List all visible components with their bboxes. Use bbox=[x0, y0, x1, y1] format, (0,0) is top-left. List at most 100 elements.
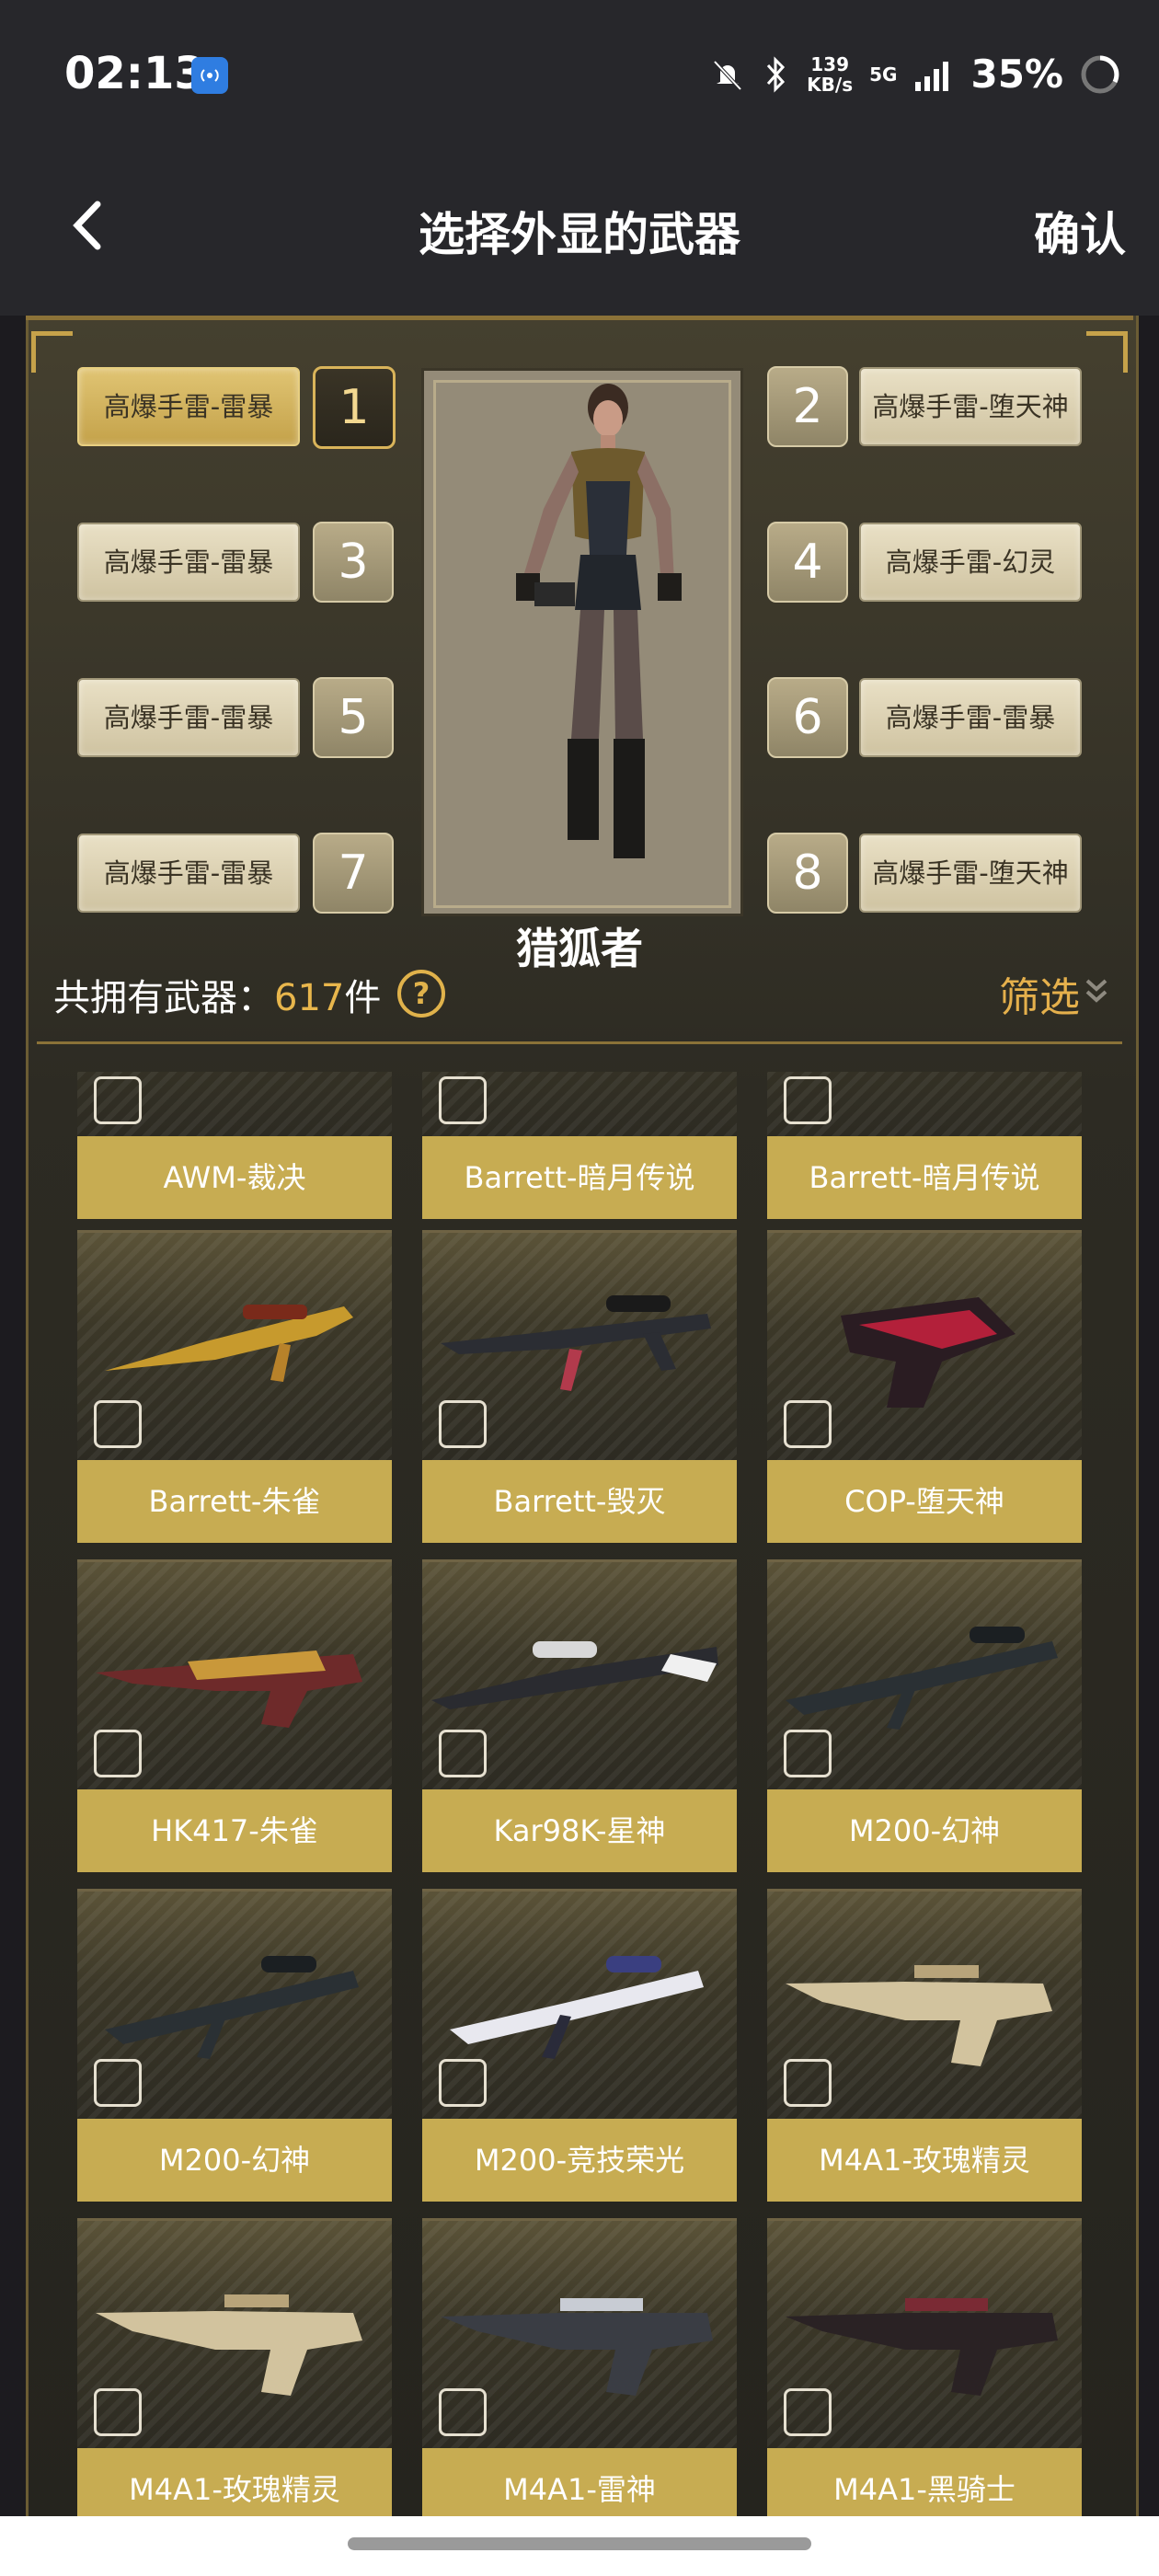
weapon-name: Barrett-暗月传说 bbox=[422, 1136, 737, 1219]
network-type: 5G bbox=[869, 63, 898, 86]
weapon-name: M4A1-玫瑰精灵 bbox=[767, 2119, 1082, 2202]
weapon-card[interactable]: Barrett-暗月传说 bbox=[767, 1072, 1082, 1219]
status-bar: 02:13 139 KB/s 5G 35% bbox=[0, 0, 1159, 152]
weapon-thumbnail bbox=[767, 1230, 1082, 1463]
weapon-name: AWM-裁决 bbox=[77, 1136, 392, 1219]
weapon-count-label: 共拥有武器： bbox=[53, 977, 274, 1019]
weapon-card[interactable]: M4A1-黑骑士 bbox=[767, 2218, 1082, 2516]
weapon-card[interactable]: M4A1-雷神 bbox=[422, 2218, 737, 2516]
weapon-name: M200-幻神 bbox=[767, 1789, 1082, 1872]
slot-8-weapon[interactable]: 高爆手雷-堕天神 bbox=[859, 834, 1082, 913]
weapon-name: M200-幻神 bbox=[77, 2119, 392, 2202]
slot-7-weapon[interactable]: 高爆手雷-雷暴 bbox=[77, 834, 300, 913]
weapon-name: Barrett-毁灭 bbox=[422, 1460, 737, 1543]
weapon-thumbnail bbox=[767, 2218, 1082, 2451]
weapon-card[interactable]: M4A1-玫瑰精灵 bbox=[767, 1889, 1082, 2202]
weapon-name: M200-竞技荣光 bbox=[422, 2119, 737, 2202]
panel-corner-ornament bbox=[31, 331, 73, 373]
weapon-name: M4A1-黑骑士 bbox=[767, 2448, 1082, 2516]
weapon-card[interactable]: Barrett-暗月传说 bbox=[422, 1072, 737, 1219]
weapon-thumbnail bbox=[77, 1889, 392, 2122]
weapon-count-number: 617 bbox=[274, 977, 345, 1019]
double-chevron-down-icon[interactable] bbox=[1084, 977, 1109, 1005]
weapon-name: Kar98K-星神 bbox=[422, 1789, 737, 1872]
weapon-checkbox[interactable] bbox=[439, 1730, 487, 1777]
slot-5-number[interactable]: 5 bbox=[313, 677, 394, 758]
weapon-name: Barrett-朱雀 bbox=[77, 1460, 392, 1543]
battery-percent: 35% bbox=[970, 52, 1063, 97]
weapon-checkbox[interactable] bbox=[439, 1076, 487, 1124]
weapon-checkbox[interactable] bbox=[94, 2059, 142, 2107]
weapon-card[interactable]: HK417-朱雀 bbox=[77, 1559, 392, 1872]
weapon-checkbox[interactable] bbox=[784, 1076, 832, 1124]
slot-3-weapon[interactable]: 高爆手雷-雷暴 bbox=[77, 523, 300, 602]
weapon-checkbox[interactable] bbox=[784, 2388, 832, 2436]
weapon-name: HK417-朱雀 bbox=[77, 1789, 392, 1872]
weapon-thumbnail bbox=[422, 1559, 737, 1792]
weapon-checkbox[interactable] bbox=[784, 1730, 832, 1777]
weapon-checkbox[interactable] bbox=[784, 2059, 832, 2107]
weapon-count: 共拥有武器：617件 bbox=[53, 968, 381, 1021]
mute-icon bbox=[713, 60, 742, 90]
slot-6-weapon[interactable]: 高爆手雷-雷暴 bbox=[859, 678, 1082, 757]
weapon-card[interactable]: COP-堕天神 bbox=[767, 1230, 1082, 1543]
weapon-name: Barrett-暗月传说 bbox=[767, 1136, 1082, 1219]
slot-6-number[interactable]: 6 bbox=[767, 677, 848, 758]
weapon-checkbox[interactable] bbox=[94, 2388, 142, 2436]
slot-7-number[interactable]: 7 bbox=[313, 833, 394, 914]
weapon-card[interactable]: Barrett-毁灭 bbox=[422, 1230, 737, 1543]
weapon-count-unit: 件 bbox=[344, 977, 382, 1019]
weapon-card[interactable]: AWM-裁决 bbox=[77, 1072, 392, 1219]
weapon-thumbnail bbox=[422, 1230, 737, 1463]
network-speed: 139 KB/s bbox=[807, 52, 854, 96]
slot-3-number[interactable]: 3 bbox=[313, 522, 394, 603]
filter-button[interactable]: 筛选 bbox=[999, 964, 1080, 1023]
weapon-checkbox[interactable] bbox=[439, 2388, 487, 2436]
slot-1-weapon[interactable]: 高爆手雷-雷暴 bbox=[77, 367, 300, 446]
help-icon[interactable]: ? bbox=[397, 970, 445, 1018]
weapon-checkbox[interactable] bbox=[439, 2059, 487, 2107]
weapon-name: M4A1-玫瑰精灵 bbox=[77, 2448, 392, 2516]
slot-8-number[interactable]: 8 bbox=[767, 833, 848, 914]
weapon-checkbox[interactable] bbox=[94, 1730, 142, 1777]
slot-4-number[interactable]: 4 bbox=[767, 522, 848, 603]
weapon-card[interactable]: Barrett-朱雀 bbox=[77, 1230, 392, 1543]
weapon-thumbnail bbox=[422, 1072, 737, 1139]
weapon-thumbnail bbox=[422, 2218, 737, 2451]
weapon-grid[interactable]: AWM-裁决 Barrett-暗月传说 Barrett-暗月传说 Barrett… bbox=[37, 1072, 1122, 2516]
signal-icon bbox=[915, 61, 949, 91]
bluetooth-icon bbox=[767, 55, 786, 93]
home-indicator[interactable] bbox=[348, 2537, 811, 2550]
weapon-thumbnail bbox=[77, 1072, 392, 1139]
weapon-card[interactable]: M200-竞技荣光 bbox=[422, 1889, 737, 2202]
status-time: 02:13 bbox=[64, 48, 205, 99]
weapon-card[interactable]: M200-幻神 bbox=[767, 1559, 1082, 1872]
confirm-button[interactable]: 确认 bbox=[1034, 198, 1126, 264]
slot-5-weapon[interactable]: 高爆手雷-雷暴 bbox=[77, 678, 300, 757]
app-header: 选择外显的武器 确认 bbox=[0, 152, 1159, 316]
weapon-thumbnail bbox=[77, 1230, 392, 1463]
slot-2-number[interactable]: 2 bbox=[767, 366, 848, 447]
character-figure bbox=[516, 384, 682, 858]
slot-4-weapon[interactable]: 高爆手雷-幻灵 bbox=[859, 523, 1082, 602]
weapon-card[interactable]: Kar98K-星神 bbox=[422, 1559, 737, 1872]
page-title: 选择外显的武器 bbox=[419, 208, 740, 261]
weapon-name: COP-堕天神 bbox=[767, 1460, 1082, 1543]
broadcast-notification-icon bbox=[191, 57, 228, 94]
weapon-checkbox[interactable] bbox=[784, 1400, 832, 1448]
weapon-thumbnail bbox=[77, 2218, 392, 2451]
weapon-checkbox[interactable] bbox=[94, 1400, 142, 1448]
weapon-thumbnail bbox=[767, 1889, 1082, 2122]
battery-ring-icon bbox=[1081, 55, 1119, 93]
weapon-card[interactable]: M4A1-玫瑰精灵 bbox=[77, 2218, 392, 2516]
weapon-checkbox[interactable] bbox=[439, 1400, 487, 1448]
weapon-card[interactable]: M200-幻神 bbox=[77, 1889, 392, 2202]
weapon-thumbnail bbox=[77, 1559, 392, 1792]
character-portrait bbox=[421, 368, 743, 916]
slot-2-weapon[interactable]: 高爆手雷-堕天神 bbox=[859, 367, 1082, 446]
weapon-thumbnail bbox=[767, 1559, 1082, 1792]
weapon-name: M4A1-雷神 bbox=[422, 2448, 737, 2516]
slot-1-number[interactable]: 1 bbox=[313, 366, 396, 449]
weapon-checkbox[interactable] bbox=[94, 1076, 142, 1124]
status-indicators: 139 KB/s 5G 35% bbox=[709, 52, 1120, 97]
